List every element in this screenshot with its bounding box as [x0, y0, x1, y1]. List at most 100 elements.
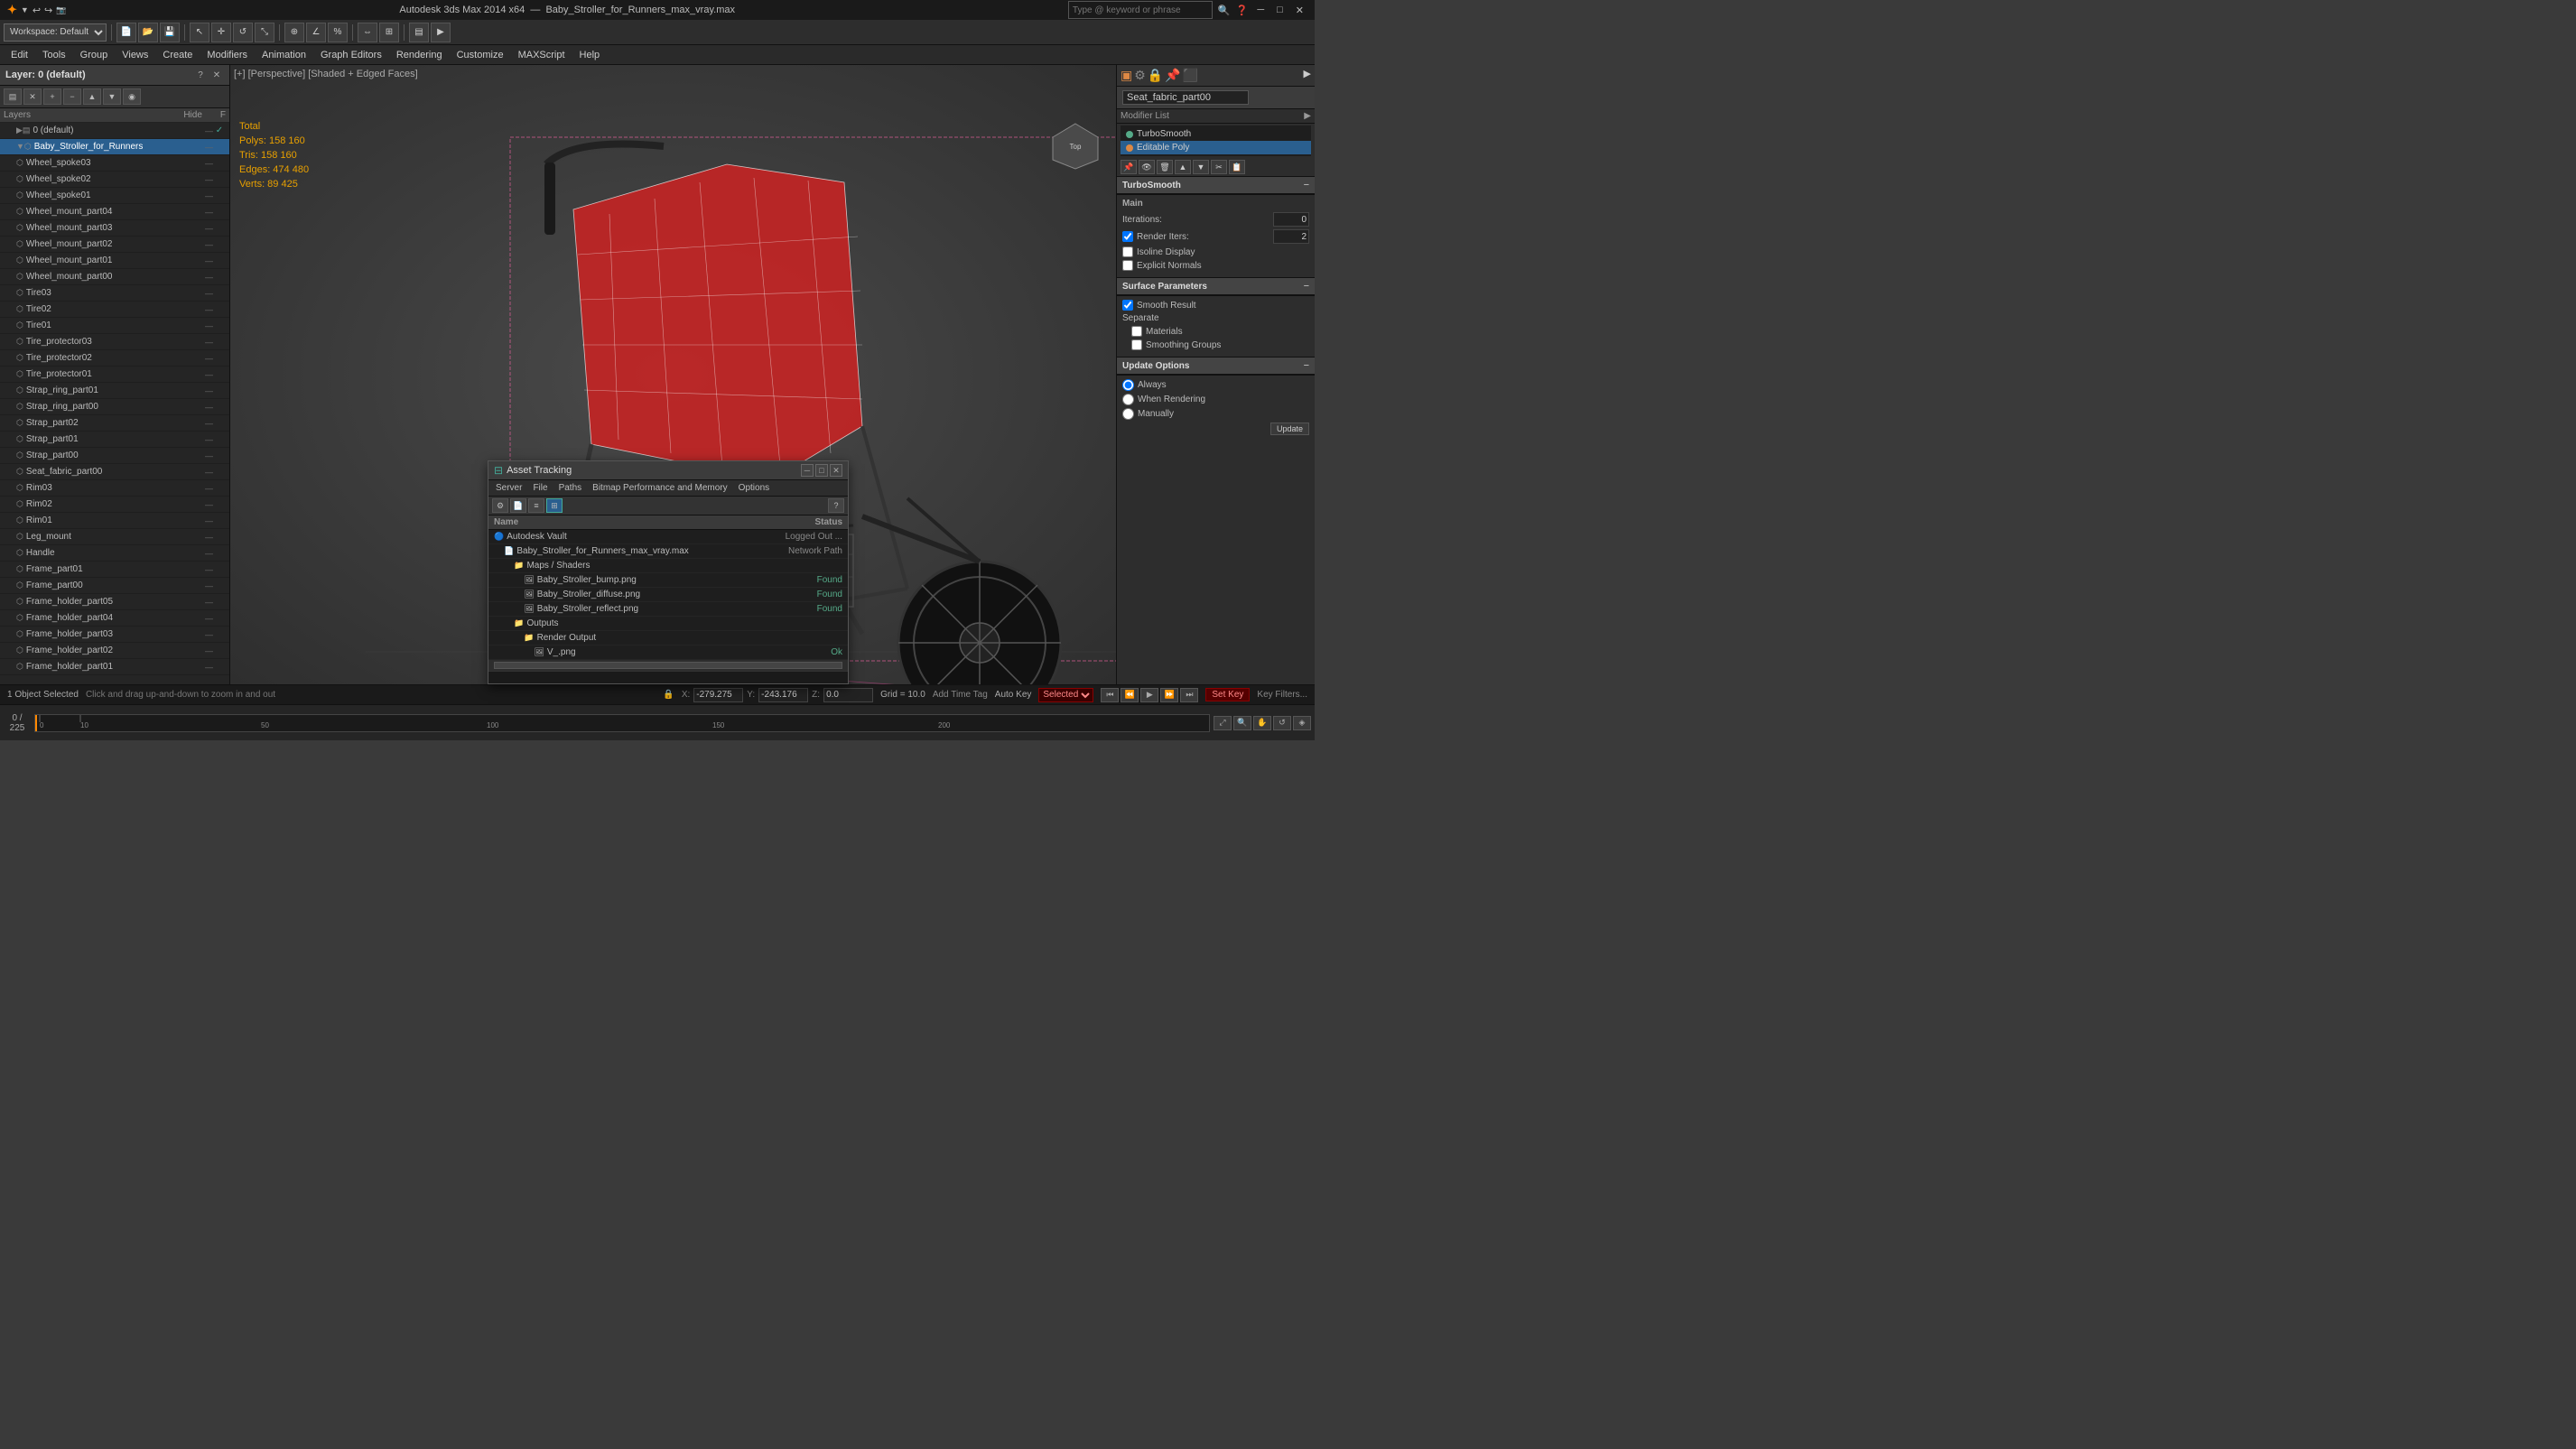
turbosmooth-section-header[interactable]: TurboSmooth −	[1117, 177, 1315, 194]
layer-item-vis[interactable]: ―	[205, 533, 213, 542]
layer-item-vis[interactable]: ―	[205, 273, 213, 282]
stack-visibility-btn[interactable]: 👁	[1139, 160, 1155, 174]
layer-item-vis[interactable]: ―	[205, 549, 213, 558]
toolbar-redo[interactable]: ↪	[44, 5, 52, 16]
layer-remove-selection-btn[interactable]: −	[63, 88, 81, 105]
layer-item-vis[interactable]: ―	[205, 224, 213, 233]
asset-row[interactable]: 📁 Maps / Shaders	[488, 559, 848, 573]
render-btn[interactable]: ▶	[431, 23, 451, 42]
next-frame-btn[interactable]: ⏩	[1160, 688, 1178, 702]
viewport-cube[interactable]: Top	[1048, 119, 1102, 173]
save-btn[interactable]: 💾	[160, 23, 180, 42]
modifier-icon-1[interactable]: ▣	[1121, 68, 1132, 83]
layer-panel-help[interactable]: ?	[193, 68, 208, 82]
search-icon[interactable]: 🔍	[1218, 5, 1231, 16]
mirror-btn[interactable]: ⇔	[358, 23, 377, 42]
play-btn[interactable]: ▶	[1140, 688, 1158, 702]
update-button[interactable]: Update	[1270, 423, 1309, 435]
layer-item[interactable]: ⬡ Frame_part01 ―	[0, 562, 229, 578]
layer-delete-btn[interactable]: ✕	[23, 88, 42, 105]
close-btn[interactable]: ✕	[1292, 5, 1307, 16]
zoom-extents-btn[interactable]: ⤢	[1214, 716, 1232, 730]
maximize-btn[interactable]: □	[1273, 5, 1287, 15]
asset-maximize-btn[interactable]: □	[815, 464, 828, 477]
always-radio[interactable]	[1122, 379, 1134, 391]
menu-help[interactable]: Help	[572, 48, 608, 62]
viewport-cube-svg[interactable]: Top	[1048, 119, 1102, 173]
explicit-normals-checkbox[interactable]	[1122, 260, 1133, 271]
asset-close-btn[interactable]: ✕	[830, 464, 842, 477]
layer-item[interactable]: ⬡ Strap_part01 ―	[0, 432, 229, 448]
layer-item[interactable]: ▶▤ 0 (default) ― ✓	[0, 123, 229, 139]
layer-item[interactable]: ⬡ Rim02 ―	[0, 497, 229, 513]
layer-panel-close[interactable]: ✕	[209, 68, 224, 82]
layer-item-vis[interactable]: ―	[205, 663, 213, 672]
layer-item[interactable]: ⬡ Wheel_spoke03 ―	[0, 155, 229, 172]
layer-item-vis[interactable]: ―	[205, 451, 213, 460]
menu-customize[interactable]: Customize	[450, 48, 511, 62]
layer-item[interactable]: ⬡ Seat_fabric_part00 ―	[0, 464, 229, 480]
menu-group[interactable]: Group	[73, 48, 116, 62]
layer-item[interactable]: ⬡ Frame_holder_part05 ―	[0, 594, 229, 610]
menu-graph-editors[interactable]: Graph Editors	[313, 48, 389, 62]
layer-item-vis[interactable]: ―	[205, 565, 213, 574]
asset-row[interactable]: 📁 Render Output	[488, 631, 848, 646]
prev-frame-btn[interactable]: ⏪	[1121, 688, 1139, 702]
update-options-header[interactable]: Update Options −	[1117, 357, 1315, 375]
layer-item[interactable]: ⬡ Strap_ring_part01 ―	[0, 383, 229, 399]
layer-item-vis[interactable]: ―	[205, 646, 213, 655]
stack-paste-btn[interactable]: 📋	[1229, 160, 1245, 174]
pan-btn[interactable]: ✋	[1253, 716, 1271, 730]
iterations-input[interactable]	[1273, 212, 1309, 227]
layer-item[interactable]: ⬡ Frame_part00 ―	[0, 578, 229, 594]
stack-move-up-btn[interactable]: ▲	[1175, 160, 1191, 174]
asset-tb-btn-2[interactable]: 📄	[510, 498, 526, 513]
select-btn[interactable]: ↖	[190, 23, 209, 42]
asset-menu-file[interactable]: File	[529, 482, 551, 494]
stack-cut-btn[interactable]: ✂	[1211, 160, 1227, 174]
rotate-btn[interactable]: ↺	[233, 23, 253, 42]
modifier-panel-arrow[interactable]: ▶	[1304, 68, 1311, 83]
layer-item[interactable]: ⬡ Frame_holder_part02 ―	[0, 643, 229, 659]
modifier-stack-editablepoly[interactable]: Editable Poly	[1121, 141, 1311, 154]
layer-item-vis[interactable]: ―	[205, 630, 213, 639]
asset-menu-options[interactable]: Options	[735, 482, 773, 494]
go-end-btn[interactable]: ⏭	[1180, 688, 1198, 702]
stack-move-down-btn[interactable]: ▼	[1193, 160, 1209, 174]
set-key-btn[interactable]: Set Key	[1205, 688, 1250, 701]
layer-item-vis[interactable]: ―	[205, 516, 213, 525]
add-time-tag-btn[interactable]: Add Time Tag	[933, 690, 988, 700]
toolbar-undo[interactable]: ↩	[33, 5, 41, 16]
modifier-list-arrow[interactable]: ▶	[1304, 111, 1311, 121]
layer-item-vis[interactable]: ―	[205, 468, 213, 477]
layer-item[interactable]: ⬡ Wheel_mount_part03 ―	[0, 220, 229, 237]
align-btn[interactable]: ⊞	[379, 23, 399, 42]
layer-item-vis[interactable]: ―	[205, 354, 213, 363]
layer-item-vis[interactable]: ―	[205, 581, 213, 590]
help-icon[interactable]: ❓	[1236, 5, 1249, 16]
modifier-icon-2[interactable]: ⚙	[1134, 68, 1146, 83]
layer-item-vis[interactable]: ―	[205, 435, 213, 444]
modifier-icon-3[interactable]: 🔒	[1148, 68, 1163, 83]
layer-item-vis[interactable]: ―	[205, 175, 213, 184]
menu-create[interactable]: Create	[155, 48, 200, 62]
asset-row[interactable]: 🖼 V_.png Ok	[488, 646, 848, 660]
asset-menu-paths[interactable]: Paths	[555, 482, 586, 494]
layer-item-vis[interactable]: ―	[205, 191, 213, 200]
zoom-region-btn[interactable]: 🔍	[1233, 716, 1251, 730]
layer-item-vis[interactable]: ―	[205, 256, 213, 265]
layer-item-vis[interactable]: ―	[205, 500, 213, 509]
render-iters-checkbox[interactable]	[1122, 231, 1133, 242]
smooth-result-checkbox[interactable]	[1122, 300, 1133, 311]
field-of-view-btn[interactable]: ◈	[1293, 716, 1311, 730]
layer-item[interactable]: ⬡ Leg_mount ―	[0, 529, 229, 545]
layer-item[interactable]: ⬡ Strap_ring_part00 ―	[0, 399, 229, 415]
smoothing-groups-checkbox[interactable]	[1131, 339, 1142, 350]
menu-rendering[interactable]: Rendering	[389, 48, 450, 62]
layer-add-selection-btn[interactable]: +	[43, 88, 61, 105]
asset-row[interactable]: 📄 Baby_Stroller_for_Runners_max_vray.max…	[488, 544, 848, 559]
new-btn[interactable]: 📄	[116, 23, 136, 42]
search-input[interactable]	[1068, 1, 1213, 19]
asset-tb-btn-4[interactable]: ⊞	[546, 498, 563, 513]
layer-item[interactable]: ⬡ Wheel_mount_part01 ―	[0, 253, 229, 269]
